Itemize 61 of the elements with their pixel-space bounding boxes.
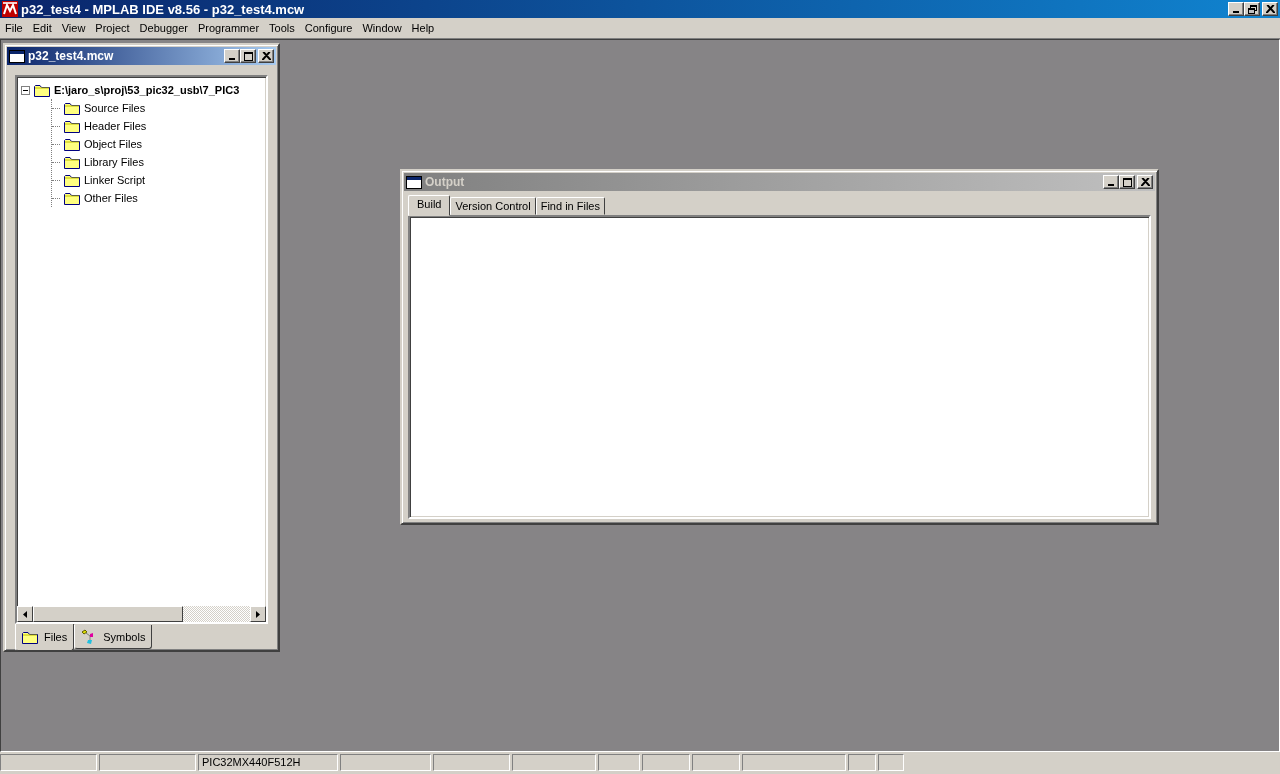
window-title: Output [425,175,466,189]
restore-button[interactable] [1244,2,1260,16]
status-pane [848,754,876,771]
menu-item[interactable]: Window [357,22,407,34]
close-icon [1265,5,1275,13]
restore-icon [1247,4,1257,14]
menu-item[interactable]: Project [90,22,135,34]
tree-item[interactable]: Header Files [84,120,147,132]
status-pane [878,754,904,771]
menu-item[interactable]: Help [406,22,440,34]
minimize-button[interactable] [1103,175,1119,189]
status-pane [642,754,690,771]
status-pane [598,754,640,771]
window-icon [9,49,25,63]
maximize-button[interactable] [1119,175,1135,189]
folder-icon [64,101,80,115]
close-button[interactable] [1262,2,1278,16]
collapse-icon[interactable] [21,85,30,95]
menu-item[interactable]: View [56,22,91,34]
maximize-icon [243,51,253,61]
folder-icon [64,191,80,205]
tree-item[interactable]: Other Files [84,192,138,204]
menu-item[interactable]: Tools [264,22,300,34]
menu-item[interactable]: Edit [27,22,57,34]
folder-icon [64,155,80,169]
tab[interactable]: Files [15,624,75,651]
scroll-left-icon[interactable] [23,610,27,618]
folder-icon [34,83,50,97]
minimize-button[interactable] [1228,2,1244,16]
maximize-icon [1122,177,1132,187]
close-icon [1140,178,1150,186]
tree-item[interactable]: E:\jaro_s\proj\53_pic32_usb\7_PIC3 [54,84,240,96]
app-title: p32_test4 - MPLAB IDE v8.56 - p32_test4.mcw [21,1,306,17]
tree-item[interactable]: Library Files [84,156,144,168]
tree-item[interactable]: Object Files [84,138,143,150]
close-button[interactable] [1137,175,1153,189]
tab[interactable]: Build [408,195,451,216]
menu-item[interactable]: Debugger [134,22,193,34]
window-title: p32_test4.mcw [28,49,115,63]
folder-icon [64,173,80,187]
folder-icon [64,137,80,151]
tree-item[interactable]: Source Files [84,102,146,114]
maximize-button[interactable] [240,49,256,63]
close-button[interactable] [258,49,274,63]
window-icon [406,175,422,189]
menu-item[interactable]: File [0,22,28,34]
horizontal-scrollbar[interactable] [17,606,266,622]
app-logo-icon [2,1,18,17]
tree-item[interactable]: Linker Script [84,174,146,186]
menu-item[interactable]: Configure [299,22,358,34]
status-pane [692,754,740,771]
files-tab-icon [22,630,38,644]
close-icon [261,52,271,60]
tab[interactable]: Symbols [74,625,153,649]
tab[interactable]: Find in Files [535,197,605,215]
tab[interactable]: Version Control [450,197,536,215]
scroll-right-icon[interactable] [256,610,260,618]
status-pane: PIC32MX440F512H [198,754,338,771]
minimize-button[interactable] [224,49,240,63]
folder-icon [64,119,80,133]
menu-item[interactable]: Programmer [192,22,265,34]
